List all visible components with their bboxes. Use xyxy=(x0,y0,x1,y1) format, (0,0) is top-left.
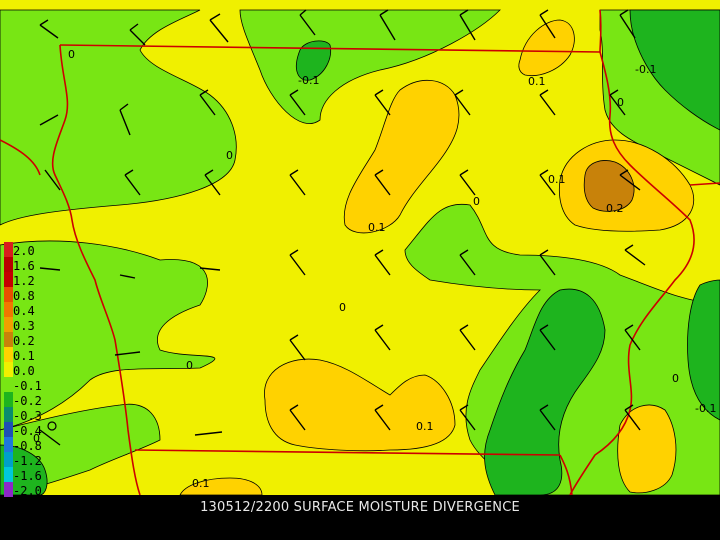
divergence-map: 0 -0.1 0 0.1 -0.1 0 0 0.1 0.1 0 0.2 0 0 … xyxy=(0,0,720,495)
colorbar xyxy=(4,242,13,512)
colorbar-label: 1.2 xyxy=(13,274,35,288)
colorbar-swatch xyxy=(4,242,13,257)
colorbar-label: 1.6 xyxy=(13,259,35,273)
colorbar-label: -0.2 xyxy=(13,394,42,408)
contour-label: 0.1 xyxy=(368,221,386,234)
contour-label: 0 xyxy=(473,195,480,208)
colorbar-swatch xyxy=(4,257,13,272)
colorbar-swatch xyxy=(4,467,13,482)
colorbar-label: 0.8 xyxy=(13,289,35,303)
contour-label: 0.1 xyxy=(528,75,546,88)
contour-label: 0 xyxy=(68,48,75,61)
contour-label: -0.1 xyxy=(298,74,319,87)
colorbar-swatch xyxy=(4,392,13,407)
colorbar-swatch xyxy=(4,302,13,317)
colorbar-label: 2.0 xyxy=(13,244,35,258)
colorbar-label: 0.3 xyxy=(13,319,35,333)
colorbar-swatch xyxy=(4,332,13,347)
colorbar-label: -0.3 xyxy=(13,409,42,423)
contour-label: 0.1 xyxy=(192,477,210,490)
contour-label: -0.1 xyxy=(635,63,656,76)
colorbar-label: -2.0 xyxy=(13,484,42,495)
colorbar-swatch xyxy=(4,482,13,497)
colorbar-swatch xyxy=(4,407,13,422)
colorbar-swatch xyxy=(4,362,13,377)
contour-label: 0 xyxy=(339,301,346,314)
colorbar-swatch xyxy=(4,317,13,332)
colorbar-label: 0.2 xyxy=(13,334,35,348)
colorbar-swatch xyxy=(4,287,13,302)
colorbar-label: -1.6 xyxy=(13,469,42,483)
contour-label: 0.1 xyxy=(548,173,566,186)
colorbar-label: -0.4 xyxy=(13,424,42,438)
colorbar-label: 0.1 xyxy=(13,349,35,363)
contour-label: -0.1 xyxy=(695,402,716,415)
contour-label: 0 xyxy=(226,149,233,162)
colorbar-swatch xyxy=(4,347,13,362)
colorbar-swatch xyxy=(4,437,13,452)
map-caption: 130512/2200 SURFACE MOISTURE DIVERGENCE xyxy=(200,500,520,515)
contour-label: 0 xyxy=(617,96,624,109)
contour-label: 0 xyxy=(186,359,193,372)
contour-label: 0.1 xyxy=(416,420,434,433)
colorbar-label: -0.8 xyxy=(13,439,42,453)
region-pos01-southeast xyxy=(617,404,677,494)
colorbar-label: -1.2 xyxy=(13,454,42,468)
colorbar-swatch xyxy=(4,422,13,437)
contour-label: 0 xyxy=(672,372,679,385)
border-east-top xyxy=(599,9,602,53)
colorbar-label: 0.0 xyxy=(13,364,35,378)
colorbar-swatch xyxy=(4,452,13,467)
colorbar-label: 0.4 xyxy=(13,304,35,318)
colorbar-swatch xyxy=(4,272,13,287)
colorbar-swatch xyxy=(4,377,13,392)
colorbar-label: -0.1 xyxy=(13,379,42,393)
contour-label: 0.2 xyxy=(606,202,624,215)
colorbar-labels: 2.0 1.6 1.2 0.8 0.4 0.3 0.2 0.1 0.0 -0.1 -0.2 -0.3-… xyxy=(13,244,73,495)
